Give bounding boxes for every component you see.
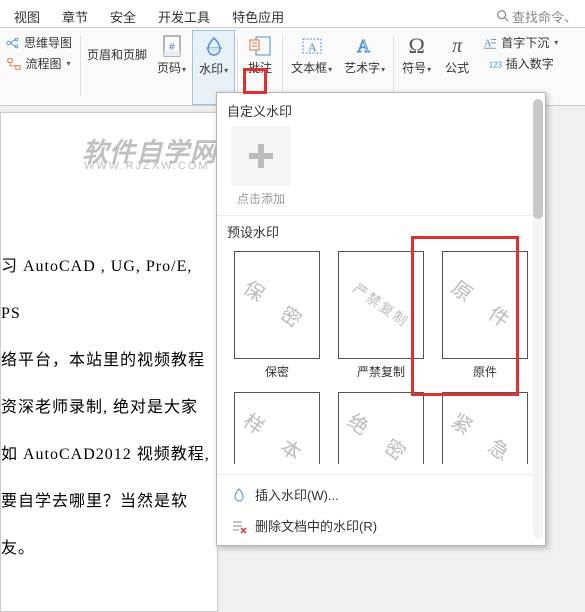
preset-original[interactable]: 原 件 原件 (437, 251, 533, 380)
insert-watermark-label: 插入水印(W)... (255, 485, 339, 504)
insert-number-label: 插入数字 (506, 55, 554, 72)
page-number-label: 页码 (157, 61, 181, 75)
formula-label: 公式 (445, 62, 469, 75)
plus-icon (243, 138, 279, 174)
tab-devtools[interactable]: 开发工具 (152, 4, 216, 29)
preset-grid: 保 密 保密 严禁复制 严禁复制 原 件 原件 (217, 245, 545, 386)
preset-grid-row2: 样 本 绝 密 紧 急 (217, 386, 545, 474)
doc-line: 络平台，本站里的视频教程 (1, 337, 217, 384)
add-custom-watermark[interactable] (231, 126, 291, 186)
doc-line: 友。 (1, 525, 217, 572)
watermark-icon (202, 35, 226, 59)
dropdown-footer: 插入水印(W)... 删除文档中的水印(R) (217, 474, 545, 545)
textbox-icon: A (300, 34, 324, 58)
search-icon (496, 9, 510, 23)
mindmap-icon (6, 36, 20, 50)
insert-number-icon: 123 (488, 57, 502, 71)
wordart-icon: A (353, 34, 377, 58)
custom-watermark-title: 自定义水印 (227, 101, 535, 120)
mindmap-label: 思维导图 (24, 34, 72, 51)
mindmap-button[interactable]: 思维导图 (4, 32, 74, 53)
preset-confidential[interactable]: 保 密 保密 (229, 251, 325, 380)
tab-chapter[interactable]: 章节 (56, 4, 94, 29)
add-custom-label: 点击添加 (227, 190, 295, 207)
preset-thumb-text: 原 件 (446, 272, 524, 339)
preset-label: 保密 (265, 363, 289, 380)
dropcap-icon: A (483, 36, 497, 50)
chevron-down-icon: ▾ (67, 59, 71, 68)
dropcap-button[interactable]: A 首字下沉 ▾ (481, 32, 560, 53)
flowchart-icon (7, 57, 21, 71)
symbol-label: 符号 (402, 61, 426, 75)
dropcap-label: 首字下沉 (501, 34, 549, 51)
remove-watermark-menu[interactable]: 删除文档中的水印(R) (223, 510, 539, 541)
wordart-label: 艺术字 (344, 61, 380, 75)
tab-special[interactable]: 特色应用 (226, 4, 290, 29)
ribbon-tabs: 视图 章节 安全 开发工具 特色应用 查找命令、 (0, 0, 585, 28)
preset-thumb-text: 绝 密 (342, 405, 420, 472)
preset-thumb-text: 严禁复制 (349, 278, 413, 331)
preset-watermark-title: 预设水印 (217, 215, 545, 245)
preset-label: 严禁复制 (357, 363, 405, 380)
watermark-label: 水印 (199, 62, 223, 76)
preset-no-copy[interactable]: 严禁复制 严禁复制 (333, 251, 429, 380)
doc-line: 习 AutoCAD , UG, Pro/E, PS (1, 243, 217, 337)
remove-icon (231, 518, 247, 534)
preset-thumb-text: 紧 急 (446, 405, 524, 472)
header-footer-button[interactable]: 页眉和页脚 (83, 30, 151, 105)
tab-security[interactable]: 安全 (104, 4, 142, 29)
preset-thumb-text: 保 密 (238, 272, 316, 339)
page-number-button[interactable]: # 页码▾ (151, 30, 192, 105)
watermark-drop-icon (231, 487, 247, 503)
search-command[interactable]: 查找命令、 (496, 7, 577, 26)
svg-text:A: A (308, 40, 317, 54)
doc-line: 要自学去哪里？当然是软 (1, 478, 217, 525)
preset-urgent[interactable]: 紧 急 (437, 392, 533, 464)
svg-text:A: A (357, 36, 370, 56)
search-placeholder: 查找命令、 (512, 7, 577, 26)
preset-top-secret[interactable]: 绝 密 (333, 392, 429, 464)
dropdown-scrollbar[interactable] (533, 99, 543, 539)
document-page[interactable]: 习 AutoCAD , UG, Pro/E, PS 络平台，本站里的视频教程 资… (0, 112, 218, 612)
page-number-icon: # (160, 34, 184, 58)
flowchart-button[interactable]: 流程图 ▾ (5, 53, 72, 74)
preset-label: 原件 (473, 363, 497, 380)
comment-label: 批注 (248, 62, 272, 75)
preset-thumb-text: 样 本 (238, 405, 316, 472)
header-footer-label: 页眉和页脚 (87, 46, 147, 63)
textbox-label: 文本框 (291, 61, 327, 75)
tab-view[interactable]: 视图 (8, 4, 46, 29)
custom-watermark-section: 自定义水印 点击添加 (217, 93, 545, 215)
svg-text:123: 123 (489, 60, 502, 69)
insert-watermark-menu[interactable]: 插入水印(W)... (223, 479, 539, 510)
doc-line: 如 AutoCAD2012 视频教程, (1, 431, 217, 478)
comment-icon (248, 34, 272, 58)
flowchart-label: 流程图 (25, 55, 61, 72)
remove-watermark-label: 删除文档中的水印(R) (255, 516, 377, 535)
insert-number-button[interactable]: 123 插入数字 (486, 53, 556, 74)
doc-line: 资深老师录制, 绝对是大家 (1, 384, 217, 431)
watermark-dropdown: 自定义水印 点击添加 预设水印 保 密 保密 严禁复制 严禁复制 原 件 原件 … (216, 92, 546, 546)
group-diagram: 思维导图 流程图 ▾ (0, 30, 78, 105)
preset-sample[interactable]: 样 本 (229, 392, 325, 464)
